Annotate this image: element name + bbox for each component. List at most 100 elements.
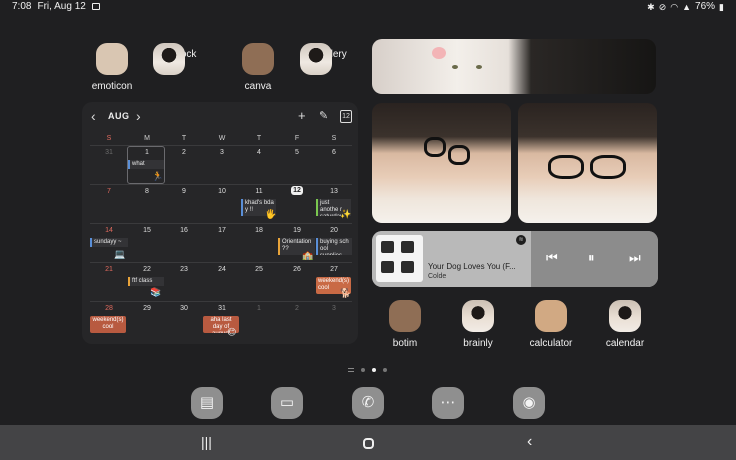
page-dot [383,368,387,372]
cat-ear [432,47,446,59]
calendar-event[interactable]: sundayy ~ [90,238,128,247]
chat-icon: ⋯ [440,394,456,411]
now-playing-info[interactable]: Your Dog Loves You (F... Colde ≋ [372,231,531,287]
day-number[interactable]: 22 [128,266,166,273]
calendar-widget[interactable]: ‹ AUG › + ✎ 12 S M T W T F S 31 1 2 3 4 … [82,102,358,344]
app-calendar[interactable]: calendar [593,300,657,349]
today-label: 12 [291,186,303,195]
weekday-label: S [106,135,112,142]
edit-icon[interactable]: ✎ [319,108,328,124]
day-number[interactable]: 19 [278,227,316,234]
spotify-icon: ≋ [516,235,526,245]
dock-notes[interactable]: ▤ [191,387,223,419]
today-day-number[interactable]: 12 [278,186,316,195]
day-number[interactable]: 4 [240,149,278,156]
album-art-figure [381,261,394,273]
day-number[interactable]: 29 [128,305,166,312]
day-number[interactable]: 6 [315,149,353,156]
page-indicator[interactable] [348,368,387,372]
school-emoji-icon: 🏫 [302,250,314,260]
app-calculator[interactable]: calculator [519,300,583,349]
day-number[interactable]: 15 [128,227,166,234]
battery-percent: 76% [695,1,716,12]
day-number[interactable]: 2 [278,305,316,312]
album-art-figure [401,261,414,273]
week-divider [90,262,352,263]
dock-chat[interactable]: ⋯ [432,387,464,419]
gallery-app-icon [300,43,332,75]
bluetooth-icon: ✱ [647,1,655,12]
dock-messages[interactable]: ▭ [271,387,303,419]
calculator-app-icon [535,300,567,332]
wave-emoji-icon: 🖐 [265,209,277,219]
cat-eye [452,65,458,69]
recents-icon[interactable]: ||| [201,434,212,450]
app-brainly[interactable]: brainly [446,300,510,349]
running-emoji-icon: 🏃 [152,171,164,181]
day-number[interactable]: 3 [315,305,353,312]
canva-app-icon [242,43,274,75]
day-number[interactable]: 26 [278,266,316,273]
day-number[interactable]: 5 [278,149,316,156]
battery-icon: ▮ [719,1,724,12]
calendar-header: ‹ AUG › + ✎ 12 [82,108,358,126]
camera-icon: ◉ [522,394,536,411]
menu-page-icon [348,368,354,372]
calendar-event[interactable]: ftf class [128,277,164,286]
portrait-photo-widget[interactable] [518,103,657,223]
glasses-lens [448,145,470,165]
dock-camera[interactable]: ◉ [513,387,545,419]
navigation-bar: ||| ‹ [0,425,736,460]
day-number[interactable]: 13 [315,188,353,195]
wifi-icon: ◠ [670,1,679,12]
day-number[interactable]: 20 [315,227,353,234]
day-number[interactable]: 3 [203,149,241,156]
day-number[interactable]: 14 [90,227,128,234]
next-track-icon[interactable]: ⏭ [629,249,641,267]
dock-phone[interactable]: ✆ [352,387,384,419]
track-artist: Colde [428,273,447,280]
day-number[interactable]: 25 [240,266,278,273]
music-player-widget[interactable]: Your Dog Loves You (F... Colde ≋ ⏮ ⏸ ⏭ [372,231,658,287]
page-dot [361,368,365,372]
day-number[interactable]: 2 [165,149,203,156]
day-number[interactable]: 28 [90,305,128,312]
day-number[interactable]: 16 [165,227,203,234]
day-number[interactable]: 24 [203,266,241,273]
day-number[interactable]: 10 [203,188,241,195]
cats-photo-widget[interactable] [372,39,656,94]
previous-track-icon[interactable]: ⏮ [546,249,558,267]
day-number[interactable]: 30 [165,305,203,312]
prev-month-icon[interactable]: ‹ [91,108,96,124]
home-icon[interactable] [363,438,374,449]
portrait-photo-widget[interactable] [372,103,511,223]
app-canva[interactable]: canva [226,43,290,92]
day-number[interactable]: 21 [90,266,128,273]
today-button[interactable]: 12 [340,110,352,123]
app-label: calculator [529,338,573,349]
calendar-event[interactable]: what [128,160,164,169]
calendar-event[interactable]: weekend(s) cool [90,316,126,333]
day-number[interactable]: 8 [128,188,166,195]
day-number[interactable]: 9 [165,188,203,195]
pause-icon[interactable]: ⏸ [588,249,595,267]
day-number[interactable]: 1 [128,149,166,156]
add-event-icon[interactable]: + [298,108,306,124]
week-divider [90,301,352,302]
app-emoticon[interactable]: emoticon [80,43,144,92]
next-month-icon[interactable]: › [136,108,141,124]
app-botim[interactable]: botim [373,300,437,349]
day-number[interactable]: 18 [240,227,278,234]
calendar-event[interactable]: buying sch ool supplies [316,238,352,255]
day-number[interactable]: 23 [165,266,203,273]
app-clock[interactable]: clock [153,43,217,75]
day-number[interactable]: 7 [90,188,128,195]
day-number[interactable]: 11 [240,188,278,195]
day-number[interactable]: 17 [203,227,241,234]
day-number[interactable]: 31 [90,149,128,156]
day-number[interactable]: 1 [240,305,278,312]
day-number[interactable]: 27 [315,266,353,273]
back-icon[interactable]: ‹ [527,434,532,450]
day-number[interactable]: 31 [203,305,241,312]
app-gallery[interactable]: gallery [300,43,364,75]
